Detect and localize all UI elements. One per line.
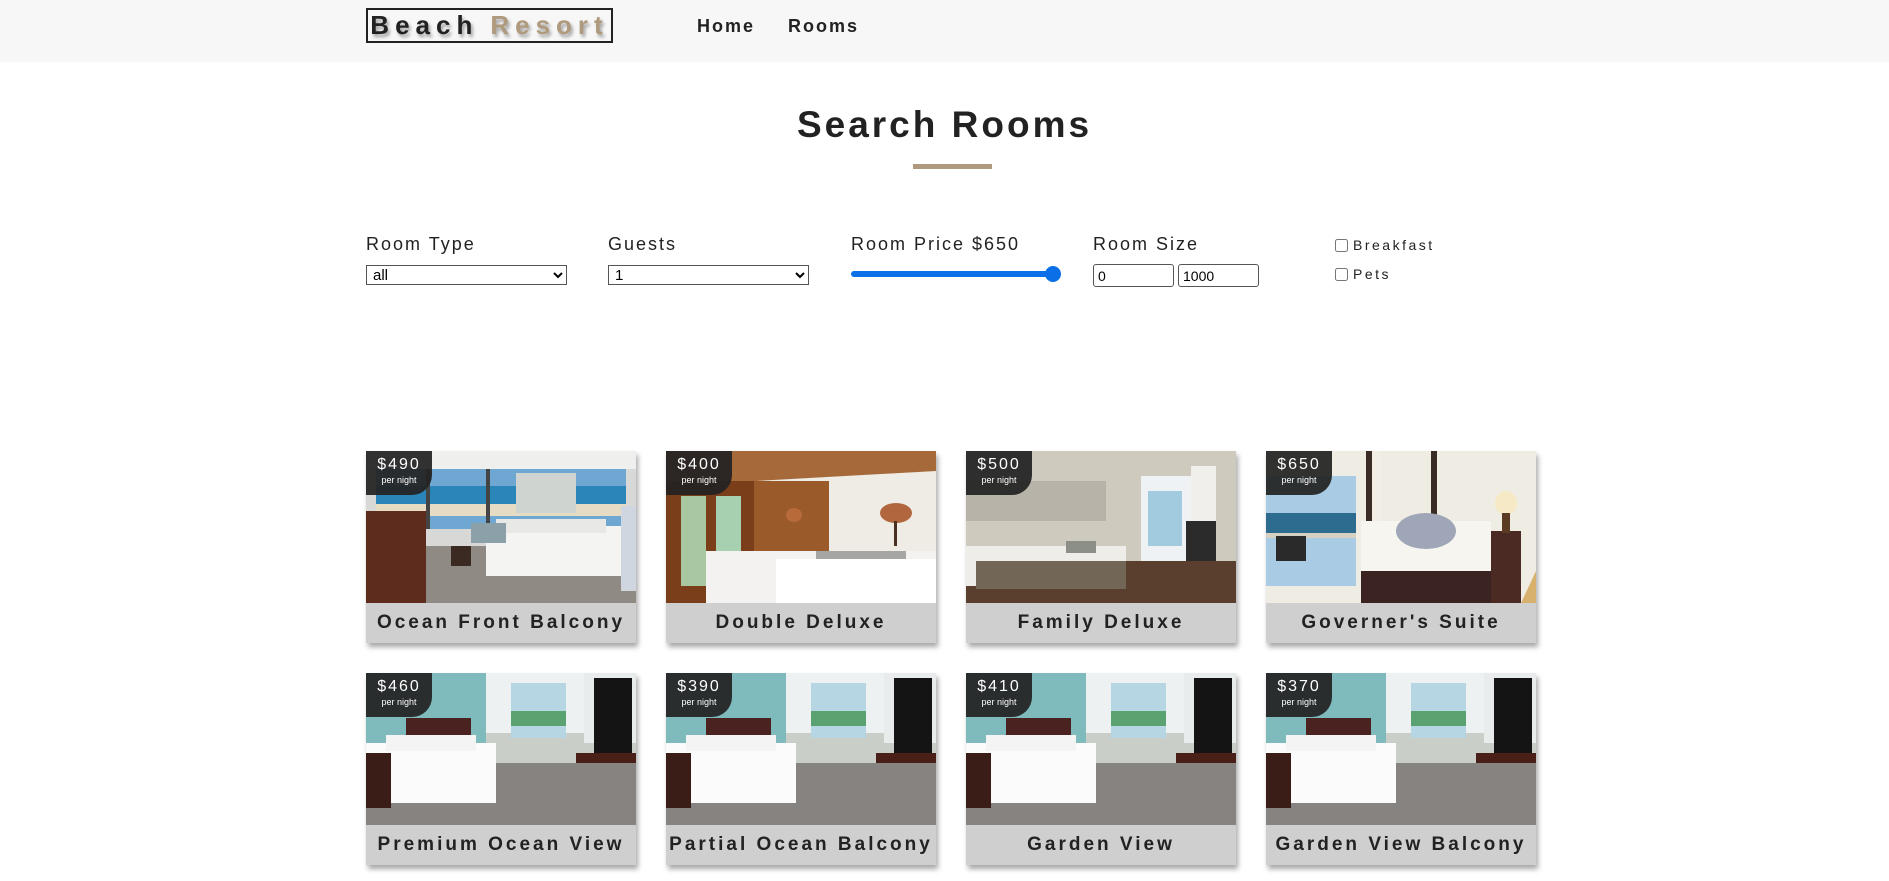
price-slider-thumb[interactable] [1045,266,1061,282]
room-price: $410 [977,678,1021,695]
room-card[interactable]: $400 per night Double Deluxe [666,451,936,643]
breakfast-option[interactable]: Breakfast [1335,237,1435,253]
room-card[interactable]: $460 per night Premium Ocean View [366,673,636,865]
price-label: Room Price $650 [851,234,1021,254]
room-name: Governer's Suite [1266,603,1536,643]
logo-word-resort: Resort [490,10,609,40]
room-card[interactable]: $410 per night Garden View [966,673,1236,865]
page-title: Search Rooms [796,104,1093,145]
room-price: $400 [677,456,721,473]
room-size-min-input[interactable] [1093,264,1174,287]
room-name: Premium Ocean View [366,825,636,865]
per-night-label: per night [1281,697,1317,707]
price-slider[interactable] [851,265,1061,282]
room-card[interactable]: $490 per night Ocean Front Balcony [366,451,636,643]
price-badge: $490 per night [366,451,432,495]
room-type-filter: Room Type all [366,234,567,285]
room-size-filter: Room Size [1093,234,1199,256]
price-badge: $390 per night [666,673,732,717]
per-night-label: per night [381,697,417,707]
title-underline [913,164,992,169]
room-type-select[interactable]: all [366,265,567,285]
price-slider-track [851,271,1053,277]
room-card[interactable]: $500 per night Family Deluxe [966,451,1236,643]
guests-filter: Guests 1 [608,234,809,285]
breakfast-label: Breakfast [1353,237,1435,253]
per-night-label: per night [1281,475,1317,485]
room-price: $490 [377,456,421,473]
room-price: $460 [377,678,421,695]
room-name: Garden View Balcony [1266,825,1536,865]
pets-checkbox[interactable] [1335,267,1348,281]
room-type-label: Room Type [366,234,476,254]
price-badge: $650 per night [1266,451,1332,495]
per-night-label: per night [681,475,717,485]
room-card[interactable]: $390 per night Partial Ocean Balcony [666,673,936,865]
price-filter: Room Price $650 [851,234,1020,256]
nav-links: Home Rooms [697,16,859,37]
room-name: Ocean Front Balcony [366,603,636,643]
room-name: Garden View [966,825,1236,865]
nav-link-home[interactable]: Home [697,16,755,37]
room-card[interactable]: $650 per night Governer's Suite [1266,451,1536,643]
room-card[interactable]: $370 per night Garden View Balcony [1266,673,1536,865]
price-badge: $500 per night [966,451,1032,495]
nav-link-rooms[interactable]: Rooms [788,16,859,37]
room-name: Double Deluxe [666,603,936,643]
guests-label: Guests [608,234,678,254]
room-name: Family Deluxe [966,603,1236,643]
site-logo[interactable]: Beach Resort [366,8,613,43]
pets-label: Pets [1353,266,1392,282]
room-price: $370 [1277,678,1321,695]
breakfast-checkbox[interactable] [1335,238,1348,252]
logo-word-beach: Beach [370,10,479,40]
guests-select[interactable]: 1 [608,265,809,285]
room-name: Partial Ocean Balcony [666,825,936,865]
room-size-max-input[interactable] [1178,264,1259,287]
per-night-label: per night [981,697,1017,707]
navbar: Beach Resort Home Rooms [0,0,1889,62]
price-badge: $400 per night [666,451,732,495]
per-night-label: per night [981,475,1017,485]
room-price: $650 [1277,456,1321,473]
per-night-label: per night [681,697,717,707]
room-price: $500 [977,456,1021,473]
room-price: $390 [677,678,721,695]
price-badge: $370 per night [1266,673,1332,717]
per-night-label: per night [381,475,417,485]
pets-option[interactable]: Pets [1335,266,1391,282]
room-size-label: Room Size [1093,234,1200,254]
price-badge: $410 per night [966,673,1032,717]
price-badge: $460 per night [366,673,432,717]
